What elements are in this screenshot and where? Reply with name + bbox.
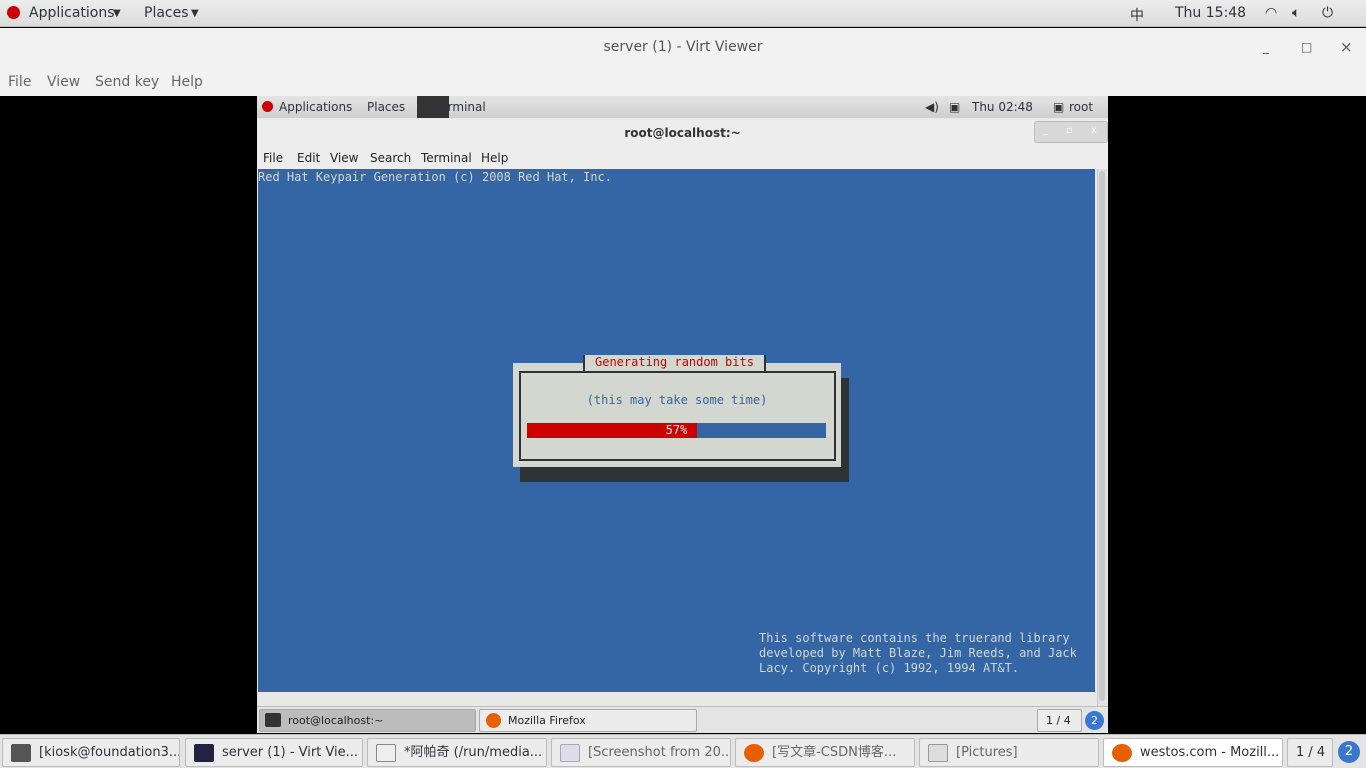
guest-task-terminal[interactable]: root@localhost:~: [259, 709, 476, 732]
guest-display[interactable]: Applications Places Terminal ◀) ▣ Thu 02…: [257, 96, 1108, 733]
minimize-button[interactable]: _: [1263, 28, 1269, 66]
user-icon: ▣: [1053, 100, 1065, 114]
guest-task-firefox[interactable]: Mozilla Firefox: [479, 709, 697, 732]
task-label: root@localhost:~: [288, 714, 384, 727]
power-icon[interactable]: ⏻: [1322, 5, 1333, 21]
guest-top-bar: Applications Places Terminal ◀) ▣ Thu 02…: [257, 96, 1108, 118]
monitor-icon: [194, 744, 214, 762]
close-button[interactable]: ×: [1340, 28, 1353, 66]
host-task-westos-firefox[interactable]: westos.com - Mozill...: [1103, 738, 1283, 767]
workspace-switcher[interactable]: 1 / 4: [1037, 709, 1082, 732]
menu-view[interactable]: View: [47, 74, 80, 90]
menu-bar: File View Send key Help: [0, 66, 1366, 96]
host-workspace-switcher[interactable]: 1 / 4: [1287, 738, 1333, 767]
menu-send-key[interactable]: Send key: [95, 74, 159, 90]
terminal-menu-bar: File Edit View Search Terminal Help: [257, 147, 1108, 169]
chevron-down-icon: ▼: [113, 8, 121, 19]
scrollbar-thumb[interactable]: [1099, 171, 1105, 701]
terminal-menu-help[interactable]: Help: [481, 151, 508, 165]
terminal-maximize-button[interactable]: ▫: [1066, 125, 1073, 136]
task-label: Mozilla Firefox: [508, 714, 586, 727]
header-line: Red Hat Keypair Generation (c) 2008 Red …: [258, 170, 613, 184]
progress-label: 57%: [665, 423, 688, 437]
applications-menu[interactable]: Applications: [29, 5, 115, 21]
progress-bar: 57%: [527, 423, 826, 438]
task-label: [写文章-CSDN博客...: [772, 745, 897, 760]
host-task-csdn[interactable]: [写文章-CSDN博客...: [735, 738, 915, 767]
host-task-pictures[interactable]: [Pictures]: [919, 738, 1099, 767]
redhat-logo-icon: [7, 6, 20, 19]
guest-terminal-app[interactable]: Terminal: [435, 100, 486, 114]
terminal-menu-terminal[interactable]: Terminal: [421, 151, 472, 165]
image-viewer-icon: [560, 744, 580, 762]
task-label: [Pictures]: [956, 745, 1018, 760]
terminal-window-controls: _ ▫ x: [1034, 121, 1108, 143]
task-label: westos.com - Mozill...: [1140, 745, 1280, 760]
truerand-notice: This software contains the truerand libr…: [759, 631, 1077, 675]
host-task-screenshot[interactable]: [Screenshot from 20...: [551, 738, 731, 767]
text-editor-icon: [376, 744, 396, 762]
guest-clock[interactable]: Thu 02:48: [972, 100, 1033, 114]
terminal-title: root@localhost:~: [257, 119, 1108, 147]
network-icon[interactable]: ▣: [949, 100, 960, 114]
volume-icon[interactable]: 🔈︎: [1292, 5, 1300, 21]
guest-applications-menu[interactable]: Applications: [279, 100, 352, 114]
guest-taskbar: root@localhost:~ Mozilla Firefox 1 / 4 2: [257, 706, 1108, 733]
terminal-menu-search[interactable]: Search: [370, 151, 411, 165]
host-task-editor[interactable]: *阿帕奇 (/run/media...: [367, 738, 547, 767]
terminal-menu-view[interactable]: View: [330, 151, 358, 165]
file-cabinet-icon: [928, 744, 948, 762]
task-label: [Screenshot from 20...: [588, 745, 731, 760]
terminal-icon: [11, 744, 31, 762]
guest-places-menu[interactable]: Places: [367, 100, 405, 114]
host-task-kiosk-terminal[interactable]: [kiosk@foundation3...: [2, 738, 180, 767]
host-taskbar: [kiosk@foundation3... server (1) - Virt …: [0, 734, 1366, 768]
places-menu[interactable]: Places: [144, 5, 189, 21]
window-titlebar: server (1) - Virt Viewer _ □ ×: [0, 28, 1366, 66]
notification-badge[interactable]: 2: [1085, 711, 1104, 730]
firefox-icon: [1112, 744, 1132, 762]
dialog-title: Generating random bits: [583, 355, 766, 371]
dialog-frame: [519, 371, 836, 461]
task-label: *阿帕奇 (/run/media...: [404, 745, 543, 760]
volume-icon[interactable]: ◀): [925, 100, 939, 114]
menu-file[interactable]: File: [8, 74, 31, 90]
task-label: server (1) - Virt Vie...: [222, 745, 359, 760]
window-title: server (1) - Virt Viewer: [603, 39, 763, 55]
host-task-virt-viewer[interactable]: server (1) - Virt Vie...: [185, 738, 363, 767]
dialog-subtitle: (this may take some time): [586, 393, 768, 407]
host-notification-badge[interactable]: 2: [1338, 741, 1360, 763]
terminal-menu-edit[interactable]: Edit: [297, 151, 320, 165]
terminal-close-button[interactable]: x: [1091, 125, 1097, 136]
input-method-indicator[interactable]: 中: [1130, 5, 1144, 25]
terminal-icon: [265, 713, 281, 727]
terminal-content[interactable]: Red Hat Keypair Generation (c) 2008 Red …: [258, 169, 1095, 692]
redhat-logo-icon: [262, 101, 273, 112]
terminal-menu-file[interactable]: File: [263, 151, 283, 165]
terminal-minimize-button[interactable]: _: [1043, 125, 1048, 136]
wifi-icon[interactable]: ◠: [1265, 5, 1277, 21]
progress-dialog: Generating random bits (this may take so…: [513, 355, 841, 467]
clock[interactable]: Thu 15:48: [1175, 5, 1246, 21]
firefox-icon: [744, 744, 764, 762]
guest-user-menu[interactable]: root: [1069, 100, 1093, 114]
chevron-down-icon: ▼: [191, 8, 199, 19]
task-label: [kiosk@foundation3...: [39, 745, 180, 760]
host-top-bar: Applications ▼ Places ▼ 中 Thu 15:48 ◠ 🔈︎…: [0, 0, 1366, 27]
firefox-icon: [486, 713, 501, 728]
maximize-button[interactable]: □: [1301, 28, 1312, 66]
menu-help[interactable]: Help: [171, 74, 203, 90]
